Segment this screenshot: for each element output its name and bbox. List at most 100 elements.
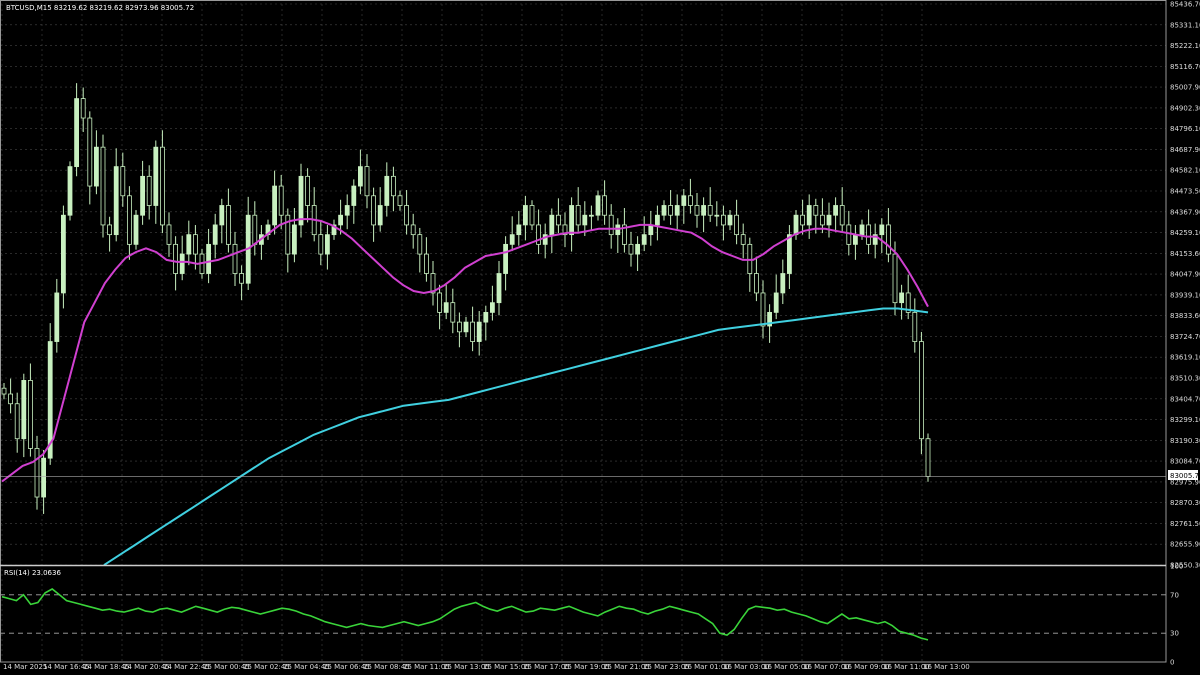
candle-body bbox=[866, 224, 871, 245]
candle-body bbox=[668, 205, 673, 216]
y-tick-label: 83299.10 bbox=[1170, 416, 1200, 424]
y-tick-label: 85007.90 bbox=[1170, 84, 1200, 92]
candle-body bbox=[912, 311, 918, 342]
candle-body bbox=[364, 166, 370, 197]
y-tick-label: 83619.10 bbox=[1170, 354, 1200, 362]
y-tick-label: 84796.10 bbox=[1170, 125, 1200, 133]
candle-body bbox=[648, 224, 654, 236]
x-tick-label: 14 Mar 2025 bbox=[3, 663, 47, 671]
candle-body bbox=[390, 175, 396, 197]
y-tick-label: 84259.10 bbox=[1170, 229, 1200, 237]
candle-body bbox=[371, 195, 377, 226]
candle-body bbox=[602, 195, 607, 216]
candle-body bbox=[760, 292, 766, 327]
candle-body bbox=[740, 234, 746, 245]
candle-body bbox=[212, 224, 218, 245]
candle-body bbox=[674, 205, 680, 216]
candle-body bbox=[8, 393, 14, 405]
candle-body bbox=[773, 292, 779, 313]
candle-body bbox=[919, 341, 924, 440]
candle-body bbox=[450, 302, 456, 323]
candle-body bbox=[516, 224, 522, 236]
candle-body bbox=[443, 302, 449, 313]
candle-body bbox=[338, 214, 344, 226]
candle-body bbox=[681, 195, 687, 206]
candle-body bbox=[417, 234, 423, 255]
candle-body bbox=[113, 166, 119, 236]
candle-body bbox=[483, 311, 489, 323]
candle-body bbox=[595, 195, 601, 216]
candle-body bbox=[21, 380, 27, 440]
candle-body bbox=[298, 175, 304, 226]
candle-body bbox=[463, 321, 469, 333]
y-tick-label: 85331.10 bbox=[1170, 21, 1200, 29]
candle-body bbox=[186, 234, 192, 255]
candle-body bbox=[523, 205, 528, 226]
candle-body bbox=[377, 205, 383, 226]
y-tick-label: 82761.50 bbox=[1170, 520, 1200, 528]
candle-body bbox=[820, 214, 825, 226]
candle-body bbox=[437, 292, 443, 313]
candle-body bbox=[351, 185, 357, 206]
candle-body bbox=[225, 205, 231, 245]
candle-body bbox=[879, 224, 885, 236]
candle-body bbox=[839, 205, 845, 226]
candle-body bbox=[793, 214, 799, 236]
candle-body bbox=[61, 214, 66, 294]
candle-body bbox=[727, 214, 733, 226]
candle-body bbox=[27, 380, 33, 449]
y-tick-label: 83084.70 bbox=[1170, 458, 1200, 466]
candle-body bbox=[826, 214, 832, 226]
candle-body bbox=[734, 214, 739, 236]
candle-body bbox=[813, 205, 819, 216]
candle-body bbox=[232, 243, 238, 274]
candle-body bbox=[575, 205, 581, 226]
candle-body bbox=[120, 166, 126, 197]
rsi-tick-label: 70 bbox=[1170, 591, 1179, 599]
candle-body bbox=[496, 273, 502, 304]
x-tick-label: 16 Mar 13:00 bbox=[923, 663, 970, 671]
candle-body bbox=[384, 175, 390, 206]
y-tick-label: 83833.60 bbox=[1170, 312, 1200, 320]
candle-body bbox=[589, 214, 594, 217]
chart-background bbox=[0, 0, 1200, 675]
candle-body bbox=[206, 243, 212, 274]
y-tick-label: 84582.10 bbox=[1170, 167, 1200, 175]
candle-body bbox=[67, 166, 73, 216]
candle-body bbox=[153, 146, 159, 206]
candle-body bbox=[853, 234, 858, 245]
y-tick-label: 83510.30 bbox=[1170, 375, 1200, 383]
candle-body bbox=[694, 205, 700, 216]
candle-body bbox=[470, 321, 476, 342]
candle-body bbox=[556, 214, 561, 226]
candle-body bbox=[529, 205, 535, 226]
chart-area: 85436.70 85331.10 85222.10 85116.70 85007.90… bbox=[0, 0, 1200, 675]
candle-body bbox=[800, 214, 805, 226]
candle-body bbox=[404, 205, 410, 226]
candle-body bbox=[34, 448, 40, 498]
candle-body bbox=[569, 205, 574, 236]
rsi-tick-label: 30 bbox=[1170, 630, 1179, 638]
candle-body bbox=[410, 224, 416, 236]
candle-body bbox=[456, 321, 462, 333]
candle-body bbox=[806, 205, 812, 226]
candle-body bbox=[886, 224, 891, 255]
candle-body bbox=[107, 224, 112, 236]
candle-body bbox=[423, 253, 429, 274]
candle-body bbox=[925, 438, 931, 477]
candle-body bbox=[14, 403, 20, 440]
candle-body bbox=[252, 214, 258, 245]
candle-body bbox=[54, 292, 60, 342]
y-tick-label: 83939.10 bbox=[1170, 291, 1200, 299]
candle-body bbox=[166, 224, 172, 245]
candle-body bbox=[707, 205, 713, 216]
y-tick-label: 82870.30 bbox=[1170, 499, 1200, 507]
chart-header: BTCUSD,M15 83219.62 83219.62 82973.96 83… bbox=[6, 4, 194, 12]
candle-body bbox=[41, 457, 46, 498]
candle-body bbox=[859, 224, 865, 236]
y-tick-label: 83404.70 bbox=[1170, 395, 1200, 403]
candle-body bbox=[140, 175, 146, 216]
rsi-tick-label: 100 bbox=[1170, 563, 1183, 571]
candle-body bbox=[892, 253, 898, 304]
candle-body bbox=[608, 214, 614, 236]
